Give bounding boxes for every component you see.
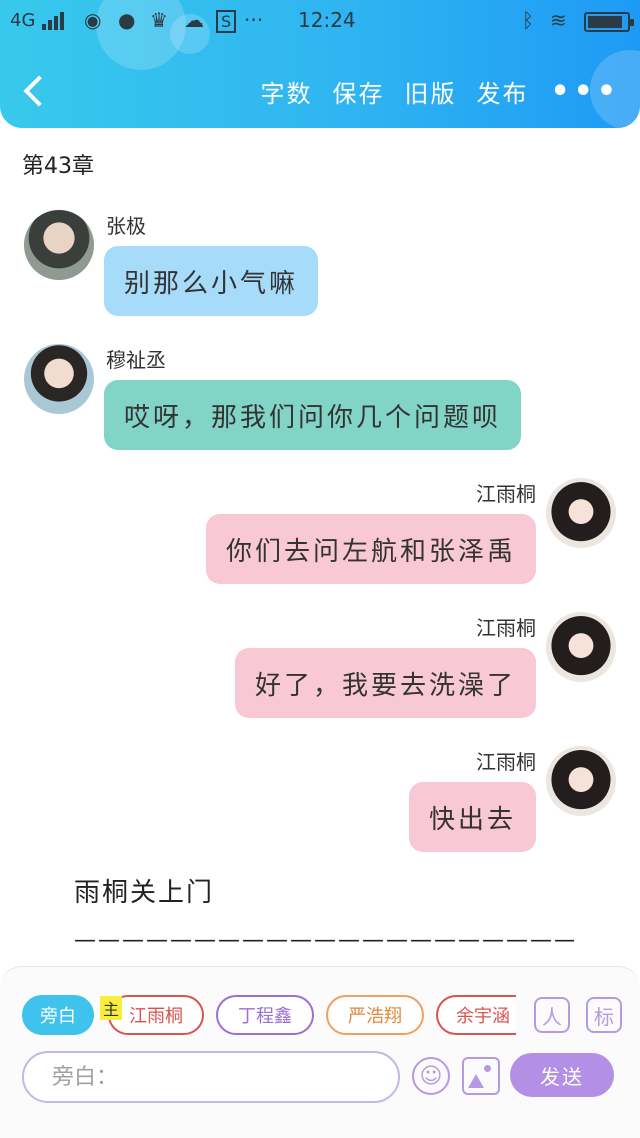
app-header: 4G ◉ ● ♛ ☁ S ··· 12:24 ᛒ ≋ 字数 保存 旧版 发布 •… xyxy=(0,0,640,128)
publish-button[interactable]: 发布 xyxy=(476,74,528,109)
chip-role-yu-yuhan[interactable]: 余宇涵 xyxy=(436,995,516,1035)
avatar[interactable] xyxy=(546,478,616,548)
header-actions: 字数 保存 旧版 发布 ••• xyxy=(240,74,620,109)
sender-name: 穆祉丞 xyxy=(106,348,166,372)
message-bubble[interactable]: 你们去问左航和张泽禹 xyxy=(205,514,536,584)
bluetooth-icon: ᛒ xyxy=(522,8,534,32)
back-button[interactable] xyxy=(20,72,50,110)
message-bubble[interactable]: 好了，我要去洗澡了 xyxy=(234,648,536,718)
cloud-icon: ☁ xyxy=(184,8,204,32)
message-bubble[interactable]: 哎呀，那我们问你几个问题呗 xyxy=(104,380,522,450)
message-input[interactable] xyxy=(22,1051,400,1103)
composer-panel: 旁白 江雨桐 丁程鑫 严浩翔 余宇涵 人 标 ☺ 发送 xyxy=(0,966,640,1138)
message-bubble[interactable]: 别那么小气嘛 xyxy=(104,246,319,316)
chip-role-jiang-yutong[interactable]: 江雨桐 xyxy=(108,995,204,1035)
wifi-icon: ≋ xyxy=(550,8,567,32)
more-options-button[interactable]: ••• xyxy=(550,76,620,106)
sender-name: 张极 xyxy=(106,214,146,238)
planet-icon: ● xyxy=(118,8,136,32)
status-bar: 4G ◉ ● ♛ ☁ S ··· 12:24 ᛒ ≋ xyxy=(0,0,640,44)
sender-name: 江雨桐 xyxy=(476,482,536,506)
send-button[interactable]: 发送 xyxy=(510,1053,614,1097)
sender-name: 江雨桐 xyxy=(476,750,536,774)
crown-icon: ♛ xyxy=(150,8,168,32)
avatar[interactable] xyxy=(546,746,616,816)
clock: 12:24 xyxy=(298,8,356,32)
chip-role-yan-haoxiang[interactable]: 严浩翔 xyxy=(326,995,424,1035)
sender-name: 江雨桐 xyxy=(476,616,536,640)
emoji-icon[interactable]: ☺ xyxy=(412,1057,450,1095)
mark-button[interactable]: 标 xyxy=(586,997,622,1033)
battery-icon xyxy=(584,12,634,32)
signal-icon xyxy=(42,10,68,30)
avatar[interactable] xyxy=(546,612,616,682)
narration-text[interactable]: 雨桐关上门 xyxy=(74,872,214,909)
save-button[interactable]: 保存 xyxy=(332,74,384,109)
network-type: 4G xyxy=(10,10,36,31)
role-icon[interactable]: 人 xyxy=(534,997,570,1033)
avatar[interactable] xyxy=(24,344,94,414)
s-badge-icon: S xyxy=(216,10,237,33)
message-bubble[interactable]: 快出去 xyxy=(408,782,536,852)
chip-narrator[interactable]: 旁白 xyxy=(22,995,94,1035)
old-version-button[interactable]: 旧版 xyxy=(404,74,456,109)
main-character-badge: 主 xyxy=(100,996,122,1020)
divider-line: —————————————————————— xyxy=(74,928,574,953)
avatar[interactable] xyxy=(24,210,94,280)
chip-role-ding-chengxin[interactable]: 丁程鑫 xyxy=(216,995,314,1035)
chapter-title: 第43章 xyxy=(22,154,94,179)
image-icon[interactable] xyxy=(462,1057,500,1095)
more-notifications-icon: ··· xyxy=(244,8,264,32)
weibo-icon: ◉ xyxy=(84,8,102,32)
word-count-button[interactable]: 字数 xyxy=(260,74,312,109)
